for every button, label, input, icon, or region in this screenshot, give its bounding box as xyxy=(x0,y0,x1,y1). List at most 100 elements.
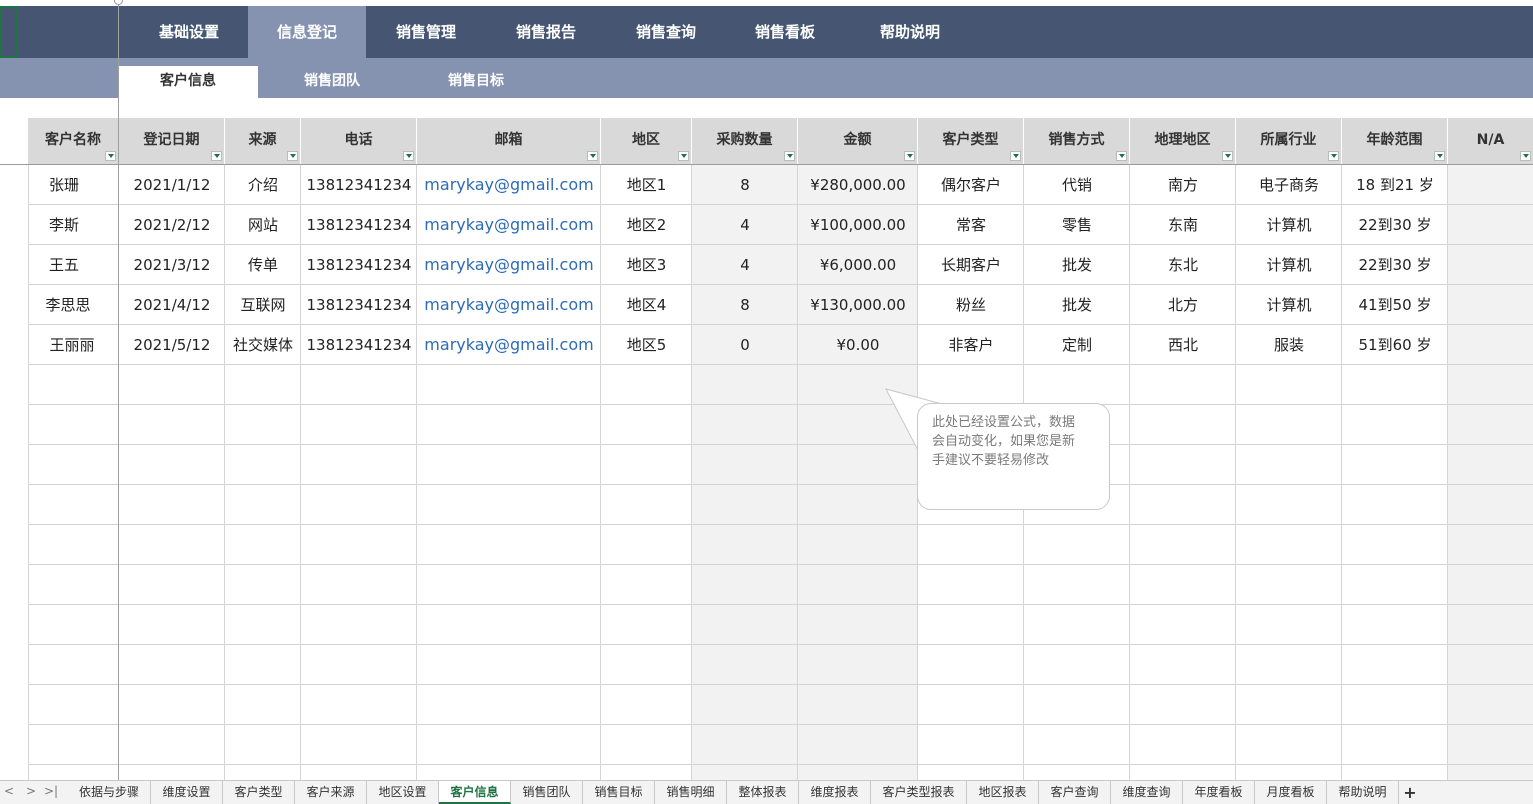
cell-email[interactable]: marykay@gmail.com xyxy=(417,165,601,205)
header-register-date[interactable]: 登记日期 xyxy=(119,118,225,164)
cell-region[interactable]: 地区2 xyxy=(601,205,692,245)
cell-age-range[interactable]: 22到30 岁 xyxy=(1342,205,1448,245)
header-age-range[interactable]: 年龄范围 xyxy=(1342,118,1448,164)
cell-industry[interactable]: 计算机 xyxy=(1236,285,1342,325)
cell-geo-region[interactable]: 北方 xyxy=(1130,285,1236,325)
scroll-last-icon[interactable]: >| xyxy=(44,784,58,798)
filter-dropdown-icon[interactable] xyxy=(784,151,795,161)
main-tab-sales-dashboard[interactable]: 销售看板 xyxy=(726,6,844,58)
sheet-tab[interactable]: 年度看板 xyxy=(1183,781,1255,804)
cell-region[interactable]: 地区5 xyxy=(601,325,692,365)
filter-dropdown-icon[interactable] xyxy=(904,151,915,161)
cell-geo-region[interactable]: 东北 xyxy=(1130,245,1236,285)
cell-phone[interactable]: 13812341234 xyxy=(301,245,417,285)
cell-amount[interactable]: ¥0.00 xyxy=(798,325,918,365)
sheet-tab[interactable]: 客户查询 xyxy=(1039,781,1111,804)
cell-email[interactable]: marykay@gmail.com xyxy=(417,325,601,365)
header-geo-region[interactable]: 地理地区 xyxy=(1130,118,1236,164)
cell-age-range[interactable]: 22到30 岁 xyxy=(1342,245,1448,285)
header-na[interactable]: N/A xyxy=(1448,118,1533,164)
filter-dropdown-icon[interactable] xyxy=(287,151,298,161)
header-email[interactable]: 邮箱 xyxy=(417,118,601,164)
cell-sales-method[interactable]: 批发 xyxy=(1024,285,1130,325)
cell-source[interactable]: 介绍 xyxy=(225,165,301,205)
cell-sales-method[interactable]: 代销 xyxy=(1024,165,1130,205)
cell-customer-type[interactable]: 非客户 xyxy=(918,325,1024,365)
cell-industry[interactable]: 计算机 xyxy=(1236,205,1342,245)
cell-phone[interactable]: 13812341234 xyxy=(301,165,417,205)
cell-region[interactable]: 地区1 xyxy=(601,165,692,205)
cell-email[interactable]: marykay@gmail.com xyxy=(417,205,601,245)
sheet-tab[interactable]: 地区设置 xyxy=(367,781,439,804)
freeze-pane-line[interactable] xyxy=(118,0,119,780)
cell-geo-region[interactable]: 南方 xyxy=(1130,165,1236,205)
sheet-tab[interactable]: 销售团队 xyxy=(511,781,583,804)
cell-phone[interactable]: 13812341234 xyxy=(301,325,417,365)
sheet-tab[interactable]: 维度查询 xyxy=(1111,781,1183,804)
cell-customer-name[interactable]: 王五 xyxy=(28,245,100,285)
filter-dropdown-icon[interactable] xyxy=(1116,151,1127,161)
filter-dropdown-icon[interactable] xyxy=(1434,151,1445,161)
cell-source[interactable]: 互联网 xyxy=(225,285,301,325)
cell-age-range[interactable]: 41到50 岁 xyxy=(1342,285,1448,325)
cell-customer-name[interactable]: 李思思 xyxy=(28,285,108,325)
cell-register-date[interactable]: 2021/1/12 xyxy=(119,165,225,205)
scroll-right-icon[interactable]: > xyxy=(26,784,36,798)
main-tab-info-registration[interactable]: 信息登记 xyxy=(248,6,366,58)
cell-age-range[interactable]: 51到60 岁 xyxy=(1342,325,1448,365)
header-phone[interactable]: 电话 xyxy=(301,118,417,164)
cell-customer-name[interactable]: 王丽丽 xyxy=(28,325,116,365)
main-tab-basic-settings[interactable]: 基础设置 xyxy=(130,6,248,58)
cell-email[interactable]: marykay@gmail.com xyxy=(417,245,601,285)
filter-dropdown-icon[interactable] xyxy=(1222,151,1233,161)
header-quantity[interactable]: 采购数量 xyxy=(692,118,798,164)
sheet-tab[interactable]: 地区报表 xyxy=(967,781,1039,804)
cell-sales-method[interactable]: 定制 xyxy=(1024,325,1130,365)
cell-phone[interactable]: 13812341234 xyxy=(301,285,417,325)
cell-amount[interactable]: ¥100,000.00 xyxy=(798,205,918,245)
filter-dropdown-icon[interactable] xyxy=(587,151,598,161)
cell-customer-name[interactable]: 张珊 xyxy=(28,165,100,205)
cell-sales-method[interactable]: 批发 xyxy=(1024,245,1130,285)
sheet-tab[interactable]: 依据与步骤 xyxy=(68,781,151,804)
sub-tab-sales-team[interactable]: 销售团队 xyxy=(262,58,402,98)
cell-amount[interactable]: ¥6,000.00 xyxy=(798,245,918,285)
main-tab-sales-query[interactable]: 销售查询 xyxy=(606,6,726,58)
cell-email[interactable]: marykay@gmail.com xyxy=(417,285,601,325)
sheet-tab[interactable]: 维度报表 xyxy=(799,781,871,804)
header-industry[interactable]: 所属行业 xyxy=(1236,118,1342,164)
filter-dropdown-icon[interactable] xyxy=(1520,151,1531,161)
sheet-tab[interactable]: 帮助说明 xyxy=(1327,781,1399,804)
sheet-tab[interactable]: 客户来源 xyxy=(295,781,367,804)
cell-register-date[interactable]: 2021/5/12 xyxy=(119,325,225,365)
header-amount[interactable]: 金额 xyxy=(798,118,918,164)
header-sales-method[interactable]: 销售方式 xyxy=(1024,118,1130,164)
cell-customer-type[interactable]: 长期客户 xyxy=(918,245,1024,285)
cell-industry[interactable]: 计算机 xyxy=(1236,245,1342,285)
cell-customer-type[interactable]: 偶尔客户 xyxy=(918,165,1024,205)
sheet-tab[interactable]: 维度设置 xyxy=(151,781,223,804)
cell-quantity[interactable]: 8 xyxy=(692,285,798,325)
cell-region[interactable]: 地区3 xyxy=(601,245,692,285)
sub-tab-customer-info[interactable]: 客户信息 xyxy=(118,66,258,98)
filter-dropdown-icon[interactable] xyxy=(1010,151,1021,161)
cell-amount[interactable]: ¥130,000.00 xyxy=(798,285,918,325)
cell-quantity[interactable]: 8 xyxy=(692,165,798,205)
cell-customer-type[interactable]: 粉丝 xyxy=(918,285,1024,325)
cell-register-date[interactable]: 2021/2/12 xyxy=(119,205,225,245)
sub-tab-sales-target[interactable]: 销售目标 xyxy=(406,58,546,98)
add-sheet-icon[interactable]: + xyxy=(1402,781,1418,804)
cell-phone[interactable]: 13812341234 xyxy=(301,205,417,245)
filter-dropdown-icon[interactable] xyxy=(1328,151,1339,161)
cell-geo-region[interactable]: 东南 xyxy=(1130,205,1236,245)
cell-region[interactable]: 地区4 xyxy=(601,285,692,325)
cell-source[interactable]: 网站 xyxy=(225,205,301,245)
main-tab-help[interactable]: 帮助说明 xyxy=(844,6,976,58)
cell-quantity[interactable]: 0 xyxy=(692,325,798,365)
sheet-tab-active[interactable]: 客户信息 xyxy=(439,781,511,804)
sheet-tab[interactable]: 销售目标 xyxy=(583,781,655,804)
scroll-left-icon[interactable]: < xyxy=(4,784,14,798)
cell-industry[interactable]: 电子商务 xyxy=(1236,165,1342,205)
cell-customer-name[interactable]: 李斯 xyxy=(28,205,100,245)
cell-geo-region[interactable]: 西北 xyxy=(1130,325,1236,365)
